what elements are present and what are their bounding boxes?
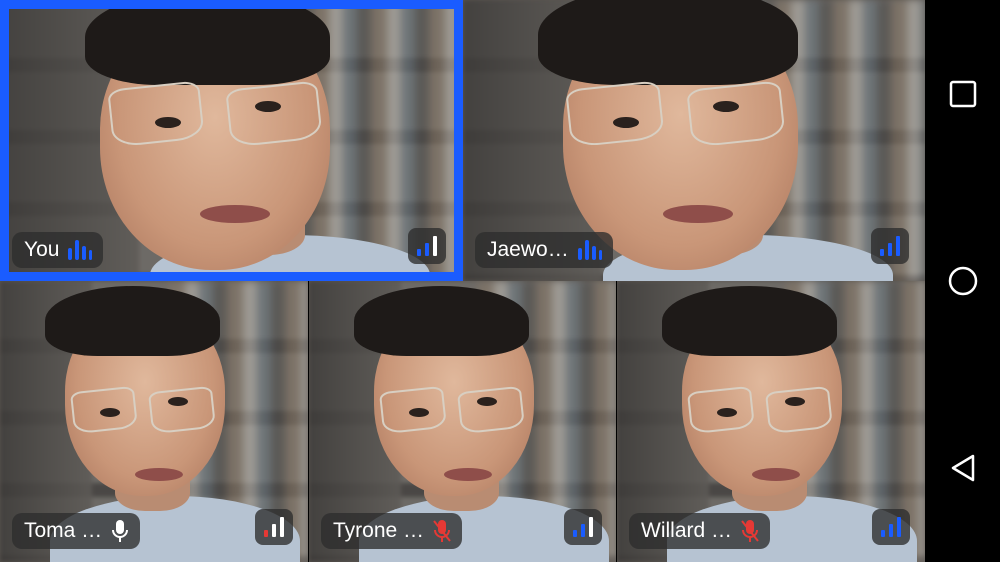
system-navigation-bar <box>925 0 1000 562</box>
home-button[interactable] <box>925 251 1000 311</box>
participant-tile-you[interactable]: You <box>0 0 463 281</box>
signal-bars-icon <box>571 515 595 539</box>
recents-button[interactable] <box>925 64 1000 124</box>
signal-strength-badge <box>408 228 446 264</box>
participant-name: You <box>24 238 60 261</box>
speaking-icon <box>577 238 603 262</box>
video-grid: You Jaewo… Toma … Tyrone … Willard … <box>0 0 925 562</box>
participant-name-chip: Jaewo… <box>475 232 613 268</box>
signal-strength-badge <box>871 228 909 264</box>
signal-bars-icon <box>262 515 286 539</box>
signal-strength-badge <box>255 509 293 545</box>
triangle-back-icon <box>949 453 977 483</box>
signal-bars-icon <box>878 234 902 258</box>
participant-tile-tyrone[interactable]: Tyrone … <box>309 281 616 562</box>
participant-tile-jaewo[interactable]: Jaewo… <box>463 0 925 281</box>
signal-bars-icon <box>415 234 439 258</box>
participant-name: Toma … <box>24 519 103 542</box>
participant-name-chip: Willard … <box>629 513 771 549</box>
signal-strength-badge <box>872 509 910 545</box>
mic-off-icon <box>740 519 760 543</box>
circle-icon <box>947 265 979 297</box>
back-button[interactable] <box>925 438 1000 498</box>
participant-tile-toma[interactable]: Toma … <box>0 281 308 562</box>
signal-bars-icon <box>879 515 903 539</box>
signal-strength-badge <box>564 509 602 545</box>
participant-name-chip: Tyrone … <box>321 513 463 549</box>
square-icon <box>949 80 977 108</box>
speaking-icon <box>67 238 93 262</box>
participant-name: Willard … <box>641 519 733 542</box>
mic-off-icon <box>432 519 452 543</box>
microphone-icon <box>110 519 130 543</box>
participant-name-chip: You <box>12 232 104 268</box>
participant-name: Jaewo… <box>487 238 569 261</box>
participant-name-chip: Toma … <box>12 513 141 549</box>
participant-tile-willard[interactable]: Willard … <box>617 281 925 562</box>
participant-name: Tyrone … <box>333 519 425 542</box>
